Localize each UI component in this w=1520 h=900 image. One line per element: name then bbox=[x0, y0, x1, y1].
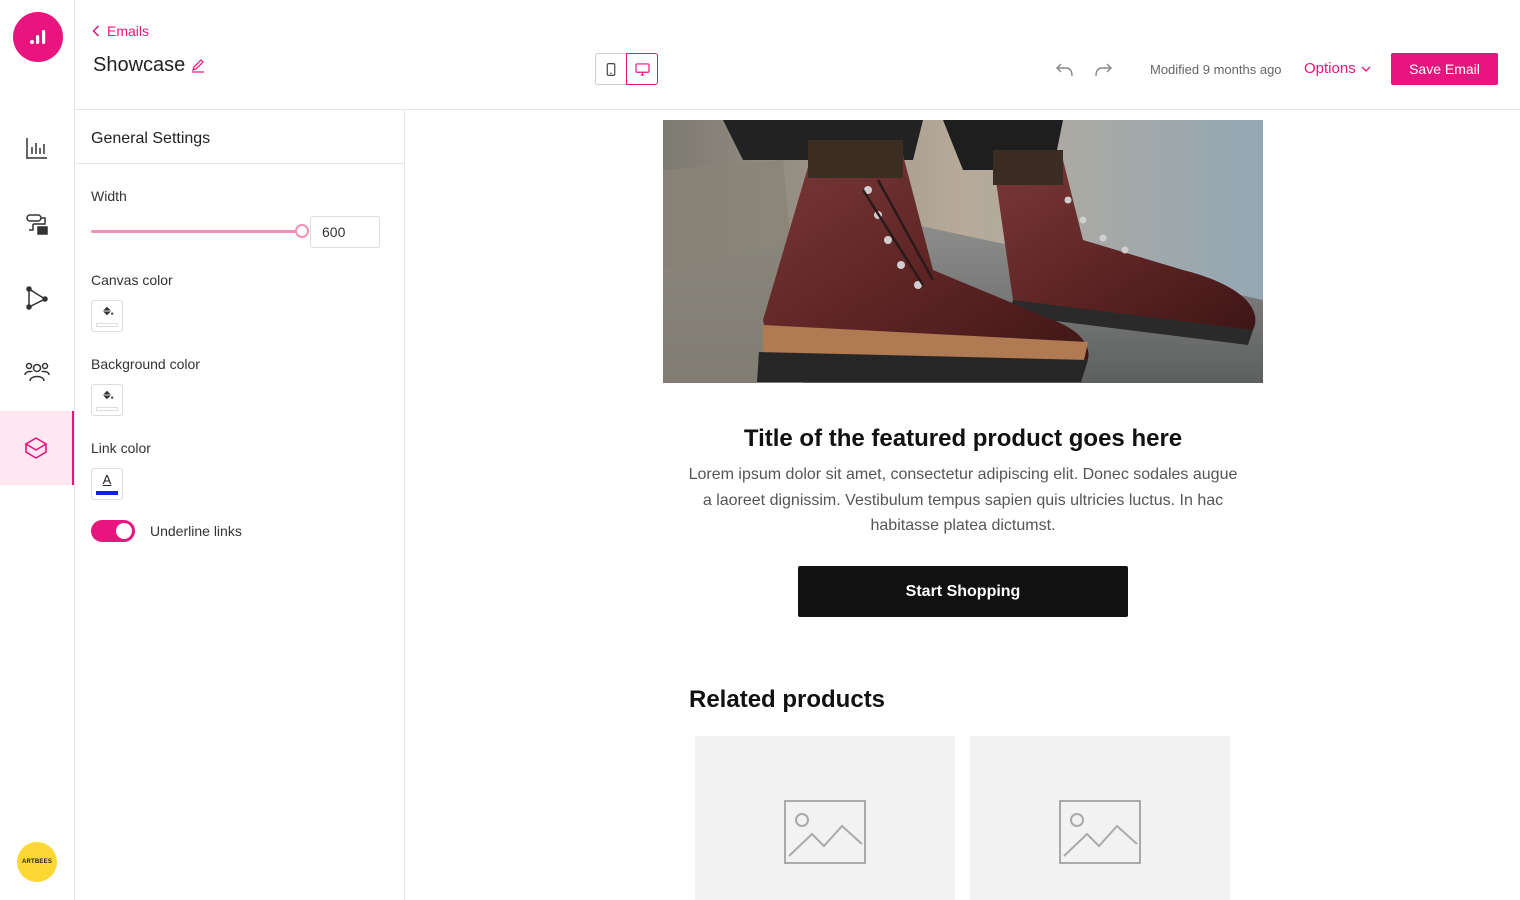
background-color-picker[interactable] bbox=[91, 384, 123, 416]
canvas-color-label: Canvas color bbox=[91, 272, 173, 288]
title-row: Showcase bbox=[93, 54, 205, 77]
image-placeholder-icon bbox=[784, 800, 866, 864]
featured-product-description[interactable]: Lorem ipsum dolor sit amet, consectetur … bbox=[683, 462, 1243, 539]
related-products-title[interactable]: Related products bbox=[689, 686, 885, 714]
width-input[interactable] bbox=[310, 216, 380, 248]
width-slider[interactable] bbox=[91, 224, 309, 238]
analytics-icon bbox=[26, 138, 47, 159]
link-color-picker[interactable]: A bbox=[91, 468, 123, 500]
text-color-icon: A bbox=[102, 472, 112, 487]
undo-icon[interactable] bbox=[1055, 60, 1075, 80]
chevron-left-icon bbox=[92, 25, 100, 37]
app-logo[interactable] bbox=[13, 12, 63, 62]
background-color-label: Background color bbox=[91, 356, 200, 372]
brand-label: ARTBEES bbox=[21, 859, 53, 865]
width-label: Width bbox=[91, 188, 127, 204]
hero-image[interactable] bbox=[663, 120, 1263, 383]
canvas-color-picker[interactable] bbox=[91, 300, 123, 332]
options-label: Options bbox=[1304, 60, 1356, 77]
device-preview-toggle bbox=[595, 53, 658, 85]
related-product-image[interactable] bbox=[695, 736, 955, 900]
options-dropdown[interactable]: Options bbox=[1304, 60, 1371, 77]
settings-panel: General Settings Width Canvas color Back… bbox=[75, 110, 405, 900]
top-bar: Emails Showcase Modified 9 months ago Op… bbox=[75, 0, 1520, 110]
back-link-label: Emails bbox=[107, 23, 150, 39]
mobile-preview-button[interactable] bbox=[595, 53, 627, 85]
boots-photo bbox=[663, 120, 1263, 383]
rail-item-flows[interactable] bbox=[0, 261, 74, 335]
page-title: Showcase bbox=[93, 54, 186, 76]
underline-links-toggle[interactable] bbox=[91, 520, 135, 542]
funnel-flow-icon bbox=[26, 286, 48, 310]
back-to-emails-link[interactable]: Emails bbox=[92, 23, 149, 39]
pencil-edit-icon[interactable] bbox=[191, 58, 205, 73]
modified-timestamp: Modified 9 months ago bbox=[1150, 62, 1282, 77]
link-color-bar bbox=[96, 491, 118, 495]
side-rail: ARTBEES bbox=[0, 0, 75, 900]
featured-product-title[interactable]: Title of the featured product goes here bbox=[663, 425, 1263, 453]
logo-bars-icon bbox=[30, 30, 46, 44]
account-avatar[interactable]: ARTBEES bbox=[17, 842, 57, 882]
save-email-button[interactable]: Save Email bbox=[1391, 53, 1498, 85]
chevron-down-icon bbox=[1361, 66, 1371, 72]
width-slider-handle[interactable] bbox=[295, 224, 309, 238]
canvas-color-bar bbox=[96, 323, 118, 327]
email-box-icon bbox=[24, 437, 48, 459]
rail-item-analytics[interactable] bbox=[0, 111, 74, 185]
image-placeholder-icon bbox=[1059, 800, 1141, 864]
settings-heading: General Settings bbox=[75, 110, 404, 164]
paint-bucket-icon bbox=[102, 390, 114, 400]
underline-links-label: Underline links bbox=[150, 523, 242, 539]
desktop-preview-button[interactable] bbox=[626, 53, 658, 85]
workflow-icon bbox=[26, 214, 48, 235]
audience-icon bbox=[24, 362, 50, 382]
mobile-icon bbox=[606, 62, 616, 76]
related-product-image[interactable] bbox=[970, 736, 1230, 900]
email-canvas: Title of the featured product goes here … bbox=[405, 110, 1520, 900]
background-color-bar bbox=[96, 407, 118, 411]
desktop-icon bbox=[634, 62, 650, 76]
rail-item-emails[interactable] bbox=[0, 411, 74, 485]
paint-bucket-icon bbox=[102, 306, 114, 316]
rail-item-workflows[interactable] bbox=[0, 187, 74, 261]
toggle-knob bbox=[116, 523, 132, 539]
redo-icon[interactable] bbox=[1093, 60, 1113, 80]
link-color-label: Link color bbox=[91, 440, 151, 456]
rail-item-audience[interactable] bbox=[0, 335, 74, 409]
start-shopping-button[interactable]: Start Shopping bbox=[798, 566, 1128, 617]
